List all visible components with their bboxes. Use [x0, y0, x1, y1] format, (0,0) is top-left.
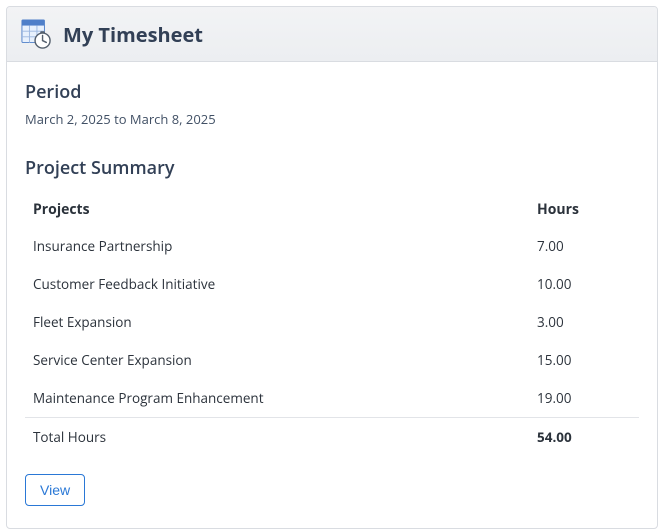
- card-body: Period March 2, 2025 to March 8, 2025 Pr…: [7, 62, 657, 528]
- project-hours: 10.00: [529, 265, 639, 303]
- timesheet-icon: [21, 19, 51, 49]
- table-row: Service Center Expansion 15.00: [25, 341, 639, 379]
- summary-label: Project Summary: [25, 156, 639, 180]
- total-label: Total Hours: [25, 418, 529, 457]
- table-row: Customer Feedback Initiative 10.00: [25, 265, 639, 303]
- card-title: My Timesheet: [63, 21, 203, 48]
- table-row: Maintenance Program Enhancement 19.00: [25, 379, 639, 418]
- col-hours: Hours: [529, 192, 639, 227]
- project-name: Fleet Expansion: [25, 303, 529, 341]
- period-value: March 2, 2025 to March 8, 2025: [25, 110, 639, 128]
- card-header: My Timesheet: [7, 7, 657, 62]
- col-projects: Projects: [25, 192, 529, 227]
- actions: View: [25, 474, 639, 506]
- period-label: Period: [25, 80, 639, 104]
- timesheet-card: My Timesheet Period March 2, 2025 to Mar…: [6, 6, 658, 529]
- total-value: 54.00: [529, 418, 639, 457]
- project-hours: 19.00: [529, 379, 639, 418]
- table-row: Fleet Expansion 3.00: [25, 303, 639, 341]
- project-name: Insurance Partnership: [25, 227, 529, 265]
- total-row: Total Hours 54.00: [25, 418, 639, 457]
- project-name: Maintenance Program Enhancement: [25, 379, 529, 418]
- project-name: Service Center Expansion: [25, 341, 529, 379]
- summary-table: Projects Hours Insurance Partnership 7.0…: [25, 192, 639, 456]
- project-hours: 3.00: [529, 303, 639, 341]
- project-hours: 15.00: [529, 341, 639, 379]
- view-button[interactable]: View: [25, 474, 85, 506]
- project-name: Customer Feedback Initiative: [25, 265, 529, 303]
- project-hours: 7.00: [529, 227, 639, 265]
- table-row: Insurance Partnership 7.00: [25, 227, 639, 265]
